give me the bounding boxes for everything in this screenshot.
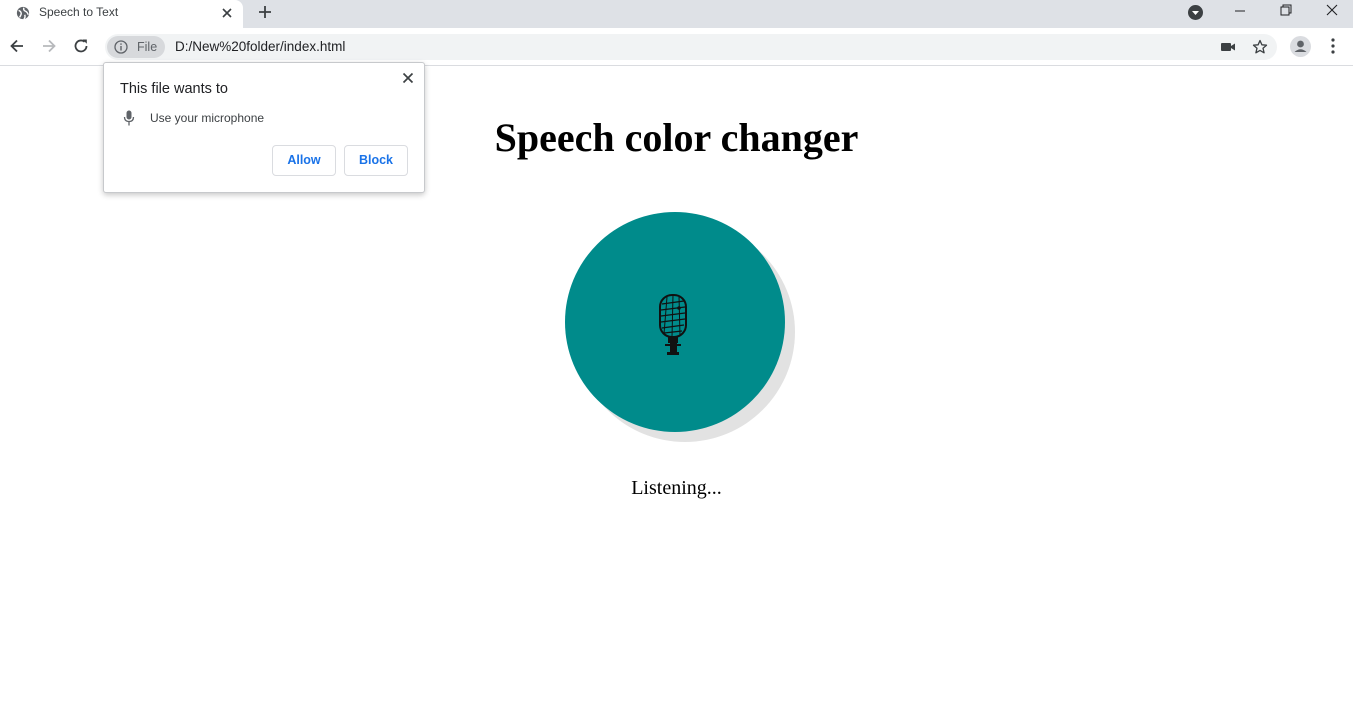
permission-heading: This file wants to <box>120 81 228 97</box>
arrow-right-icon[interactable] <box>40 37 58 55</box>
close-icon[interactable] <box>219 5 235 21</box>
allow-button[interactable]: Allow <box>272 145 336 176</box>
address-bar[interactable]: File D:/New%20folder/index.html <box>105 34 1277 60</box>
tab-title: Speech to Text <box>39 5 119 19</box>
close-icon[interactable] <box>401 71 415 85</box>
reload-icon[interactable] <box>72 37 90 55</box>
site-info-label: File <box>137 40 158 54</box>
microphone-icon <box>659 294 687 355</box>
info-icon <box>114 40 128 54</box>
person-icon[interactable] <box>1290 36 1311 57</box>
restore-icon[interactable] <box>1278 2 1294 18</box>
listening-status: Listening... <box>631 477 722 499</box>
microphone-permission-popup: This file wants to Use your microphone A… <box>103 62 425 193</box>
chevron-down-circle-icon[interactable] <box>1187 4 1204 21</box>
video-camera-icon[interactable] <box>1220 39 1236 55</box>
arrow-left-icon[interactable] <box>8 37 26 55</box>
plus-icon[interactable] <box>256 3 274 21</box>
microphone-button[interactable] <box>565 212 785 432</box>
window-close-icon[interactable] <box>1324 2 1340 18</box>
permission-request-text: Use your microphone <box>150 111 265 125</box>
browser-tab[interactable]: Speech to Text <box>0 0 243 28</box>
block-button[interactable]: Block <box>344 145 408 176</box>
star-icon[interactable] <box>1252 39 1268 55</box>
url-text[interactable]: D:/New%20folder/index.html <box>175 39 345 54</box>
globe-icon <box>16 6 30 20</box>
microphone-small-icon <box>123 110 135 126</box>
minimize-icon[interactable] <box>1232 3 1248 19</box>
more-vert-icon[interactable] <box>1326 37 1340 55</box>
browser-toolbar: File D:/New%20folder/index.html <box>0 28 1353 66</box>
tab-strip: Speech to Text <box>0 0 1353 28</box>
site-info-chip[interactable]: File <box>107 36 165 58</box>
